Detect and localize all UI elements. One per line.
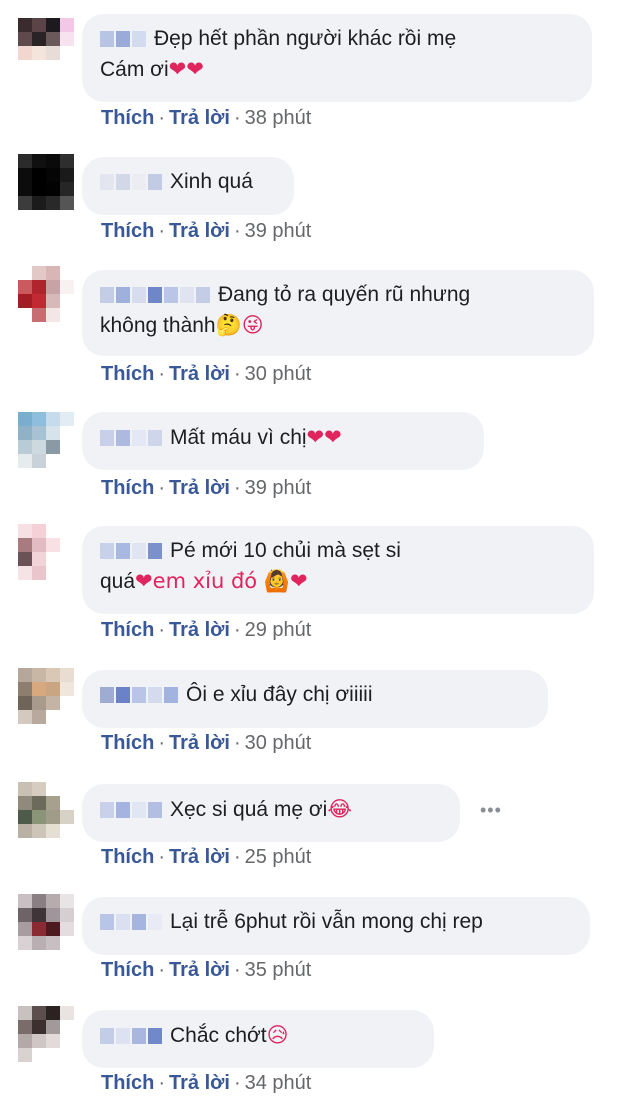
like-link[interactable]: Thích [101, 732, 154, 754]
commenter-name-blurred[interactable] [100, 1028, 162, 1045]
comment-bubble: Mất máu vì chị❤❤ [82, 412, 484, 470]
reply-link[interactable]: Trả lời [169, 220, 230, 242]
comment-emoji: 🤔😜 [215, 313, 264, 337]
separator-dot: · [233, 732, 241, 754]
comment-emoji: 😂 [327, 797, 352, 821]
reply-link[interactable]: Trả lời [169, 732, 230, 754]
comment-actions: Thích · Trả lời · 34 phút [101, 1071, 311, 1095]
avatar[interactable] [18, 524, 74, 580]
comment-actions: Thích · Trả lời · 35 phút [101, 958, 311, 982]
comment-bubble: Lại trễ 6phut rồi vẫn mong chị rep [82, 897, 590, 955]
comment-text: Xinh quá [170, 170, 253, 193]
comment-actions: Thích · Trả lời · 30 phút [101, 362, 311, 386]
comment-bubble: Ôi e xỉu đây chị ơiiiii [82, 670, 548, 728]
separator-dot: · [233, 220, 241, 242]
reply-link[interactable]: Trả lời [169, 1072, 230, 1094]
avatar[interactable] [18, 412, 74, 468]
comment-bubble: Đẹp hết phần người khác rồi mẹ Cám ơi❤❤ [82, 14, 592, 102]
comment-bubble: Xẹc si quá mẹ ơi😂 [82, 784, 460, 842]
avatar[interactable] [18, 668, 74, 724]
separator-dot: · [233, 846, 241, 868]
comment-emoji: 😥 [266, 1023, 289, 1047]
comment-bubble: Xinh quá [82, 157, 294, 215]
reply-link[interactable]: Trả lời [169, 619, 230, 641]
comment-text: Mất máu vì chị [170, 426, 307, 449]
commenter-name-blurred[interactable] [100, 687, 178, 704]
comment-timestamp[interactable]: 34 phút [245, 1072, 312, 1094]
reply-link[interactable]: Trả lời [169, 363, 230, 385]
like-link[interactable]: Thích [101, 619, 154, 641]
separator-dot: · [158, 732, 166, 754]
separator-dot: · [233, 107, 241, 129]
comment-actions: Thích · Trả lời · 39 phút [101, 476, 311, 500]
reply-link[interactable]: Trả lời [169, 959, 230, 981]
like-link[interactable]: Thích [101, 363, 154, 385]
comment-text: Chắc chớt [170, 1024, 267, 1047]
comment-emoji: ❤em xỉu đó 🙆❤ [135, 569, 308, 593]
comment-bubble: Chắc chớt😥 [82, 1010, 434, 1068]
separator-dot: · [158, 220, 166, 242]
comment-actions: Thích · Trả lời · 25 phút [101, 845, 311, 869]
comment-emoji: ❤❤ [168, 57, 204, 81]
separator-dot: · [158, 107, 166, 129]
like-link[interactable]: Thích [101, 846, 154, 868]
comment-actions: Thích · Trả lời · 38 phút [101, 106, 311, 130]
like-link[interactable]: Thích [101, 220, 154, 242]
separator-dot: · [158, 1072, 166, 1094]
comment-text: Ôi e xỉu đây chị ơiiiii [186, 683, 373, 706]
commenter-name-blurred[interactable] [100, 543, 162, 560]
comment-timestamp[interactable]: 39 phút [245, 220, 312, 242]
like-link[interactable]: Thích [101, 477, 154, 499]
avatar[interactable] [18, 18, 74, 74]
commenter-name-blurred[interactable] [100, 287, 210, 304]
commenter-name-blurred[interactable] [100, 802, 162, 819]
comment-timestamp[interactable]: 39 phút [245, 477, 312, 499]
comment-actions: Thích · Trả lời · 29 phút [101, 618, 311, 642]
commenter-name-blurred[interactable] [100, 174, 162, 191]
reply-link[interactable]: Trả lời [169, 846, 230, 868]
separator-dot: · [158, 846, 166, 868]
comment-timestamp[interactable]: 25 phút [245, 846, 312, 868]
comment-actions: Thích · Trả lời · 39 phút [101, 219, 311, 243]
reply-link[interactable]: Trả lời [169, 477, 230, 499]
comment-bubble: Đang tỏ ra quyến rũ nhưng không thành🤔😜 [82, 270, 594, 356]
comment-timestamp[interactable]: 35 phút [245, 959, 312, 981]
separator-dot: · [233, 619, 241, 641]
comment-text: Xẹc si quá mẹ ơi [170, 798, 328, 821]
comment-text: Lại trễ 6phut rồi vẫn mong chị rep [170, 910, 483, 933]
reply-link[interactable]: Trả lời [169, 107, 230, 129]
like-link[interactable]: Thích [101, 107, 154, 129]
avatar[interactable] [18, 266, 74, 322]
avatar[interactable] [18, 154, 74, 210]
comment-bubble: Pé mới 10 chủi mà sẹt si quá❤em xỉu đó 🙆… [82, 526, 594, 614]
comment-timestamp[interactable]: 30 phút [245, 732, 312, 754]
comment-timestamp[interactable]: 38 phút [245, 107, 312, 129]
separator-dot: · [158, 959, 166, 981]
comment-text: Đẹp hết phần người khác rồi mẹ Cám ơi [100, 27, 457, 81]
comment-timestamp[interactable]: 29 phút [245, 619, 312, 641]
avatar[interactable] [18, 1006, 74, 1062]
more-options-icon[interactable]: ••• [480, 800, 502, 821]
separator-dot: · [233, 959, 241, 981]
comment-timestamp[interactable]: 30 phút [245, 363, 312, 385]
separator-dot: · [158, 363, 166, 385]
avatar[interactable] [18, 782, 74, 838]
separator-dot: · [158, 619, 166, 641]
comment-actions: Thích · Trả lời · 30 phút [101, 731, 311, 755]
like-link[interactable]: Thích [101, 959, 154, 981]
commenter-name-blurred[interactable] [100, 430, 162, 447]
avatar[interactable] [18, 894, 74, 950]
comment-emoji: ❤❤ [306, 425, 342, 449]
commenter-name-blurred[interactable] [100, 914, 162, 931]
separator-dot: · [158, 477, 166, 499]
separator-dot: · [233, 1072, 241, 1094]
separator-dot: · [233, 363, 241, 385]
commenter-name-blurred[interactable] [100, 31, 146, 48]
like-link[interactable]: Thích [101, 1072, 154, 1094]
separator-dot: · [233, 477, 241, 499]
